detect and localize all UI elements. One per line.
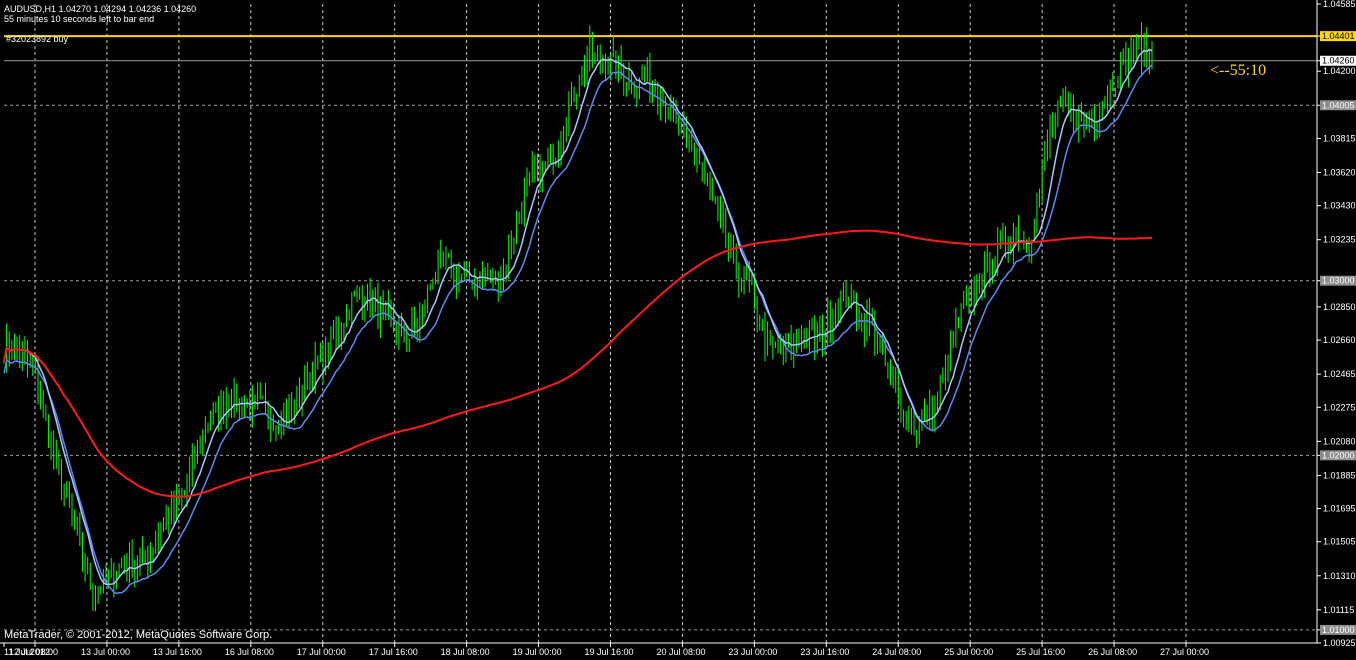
x-tick-label: 12 Jul 08:00 xyxy=(9,647,58,657)
price-label-bid: 1.04260 xyxy=(1322,56,1355,66)
price-label-order: 1.04401 xyxy=(1322,31,1355,41)
price-chart[interactable]: 1.04585 1.04401 1.042601.04200 1.04005 1.038… xyxy=(0,0,1356,660)
price-label-level: 1.02000 xyxy=(1322,450,1355,460)
x-tick-label: 26 Jul 08:00 xyxy=(1088,647,1137,657)
x-tick-label: 17 Jul 16:00 xyxy=(369,647,418,657)
x-tick-label: 24 Jul 08:00 xyxy=(872,647,921,657)
y-tick-label: 1.04200 xyxy=(1323,66,1356,76)
copyright-text: MetaTrader, © 2001-2012, MetaQuotes Soft… xyxy=(4,629,273,641)
x-tick-label: 20 Jul 08:00 xyxy=(656,647,705,657)
time-scale[interactable]: 11 Jul 201212 Jul 08:00 13 Jul 00:00 13 Ju… xyxy=(3,643,1209,657)
x-tick-label: 13 Jul 16:00 xyxy=(153,647,202,657)
y-tick-label: 1.02850 xyxy=(1323,302,1356,312)
price-label-level: 1.04005 xyxy=(1322,100,1355,110)
y-tick-label: 1.03235 xyxy=(1323,235,1356,245)
y-tick-label: 1.02275 xyxy=(1323,402,1356,412)
y-tick-label: 1.01505 xyxy=(1323,537,1356,547)
chart-window[interactable]: 1.04585 1.04401 1.042601.04200 1.04005 1.038… xyxy=(0,0,1356,660)
x-tick-label: 23 Jul 16:00 xyxy=(800,647,849,657)
y-tick-label: 1.02080 xyxy=(1323,436,1356,446)
price-label-level: 1.01000 xyxy=(1322,625,1355,635)
x-tick-label: 13 Jul 00:00 xyxy=(81,647,130,657)
y-tick-label: 1.01115 xyxy=(1323,605,1354,615)
y-tick-label: 1.03430 xyxy=(1323,201,1356,211)
y-tick-label: 1.01885 xyxy=(1323,470,1356,480)
x-tick-label: 19 Jul 00:00 xyxy=(513,647,562,657)
x-tick-label: 27 Jul 00:00 xyxy=(1160,647,1209,657)
y-tick-label: 1.02660 xyxy=(1323,335,1356,345)
x-tick-label: 25 Jul 00:00 xyxy=(944,647,993,657)
y-tick-label: 1.01310 xyxy=(1323,571,1356,581)
bar-countdown: <--55:10 xyxy=(1210,62,1267,79)
slow-ma-line xyxy=(3,229,1152,498)
y-tick-label: 1.04585 xyxy=(1323,0,1356,9)
price-scale[interactable]: 1.04585 1.04401 1.042601.04200 1.04005 1.038… xyxy=(1317,0,1356,648)
x-tick-label: 18 Jul 08:00 xyxy=(441,647,490,657)
x-tick-label: 19 Jul 16:00 xyxy=(585,647,634,657)
y-tick-label: 1.00925 xyxy=(1323,638,1356,648)
y-tick-label: 1.03620 xyxy=(1323,167,1356,177)
y-tick-label: 1.03815 xyxy=(1323,133,1356,143)
bar-timer-text: 55 minutes 10 seconds left to bar end xyxy=(4,14,155,24)
symbol-ohlc-header: AUDUSD,H1 1.04270 1.04294 1.04236 1.0426… xyxy=(4,4,197,14)
y-tick-label: 1.01695 xyxy=(1323,504,1356,514)
price-level-lines xyxy=(4,35,1317,62)
price-label-level: 1.03000 xyxy=(1322,276,1355,286)
order-label[interactable]: #32023892 buy xyxy=(6,34,68,44)
y-tick-label: 1.02465 xyxy=(1323,369,1356,379)
axes xyxy=(0,0,1318,644)
x-tick-label: 16 Jul 08:00 xyxy=(225,647,274,657)
x-tick-label: 25 Jul 16:00 xyxy=(1016,647,1065,657)
x-tick-label: 23 Jul 00:00 xyxy=(728,647,777,657)
x-tick-label: 17 Jul 00:00 xyxy=(297,647,346,657)
candles xyxy=(3,22,1153,612)
